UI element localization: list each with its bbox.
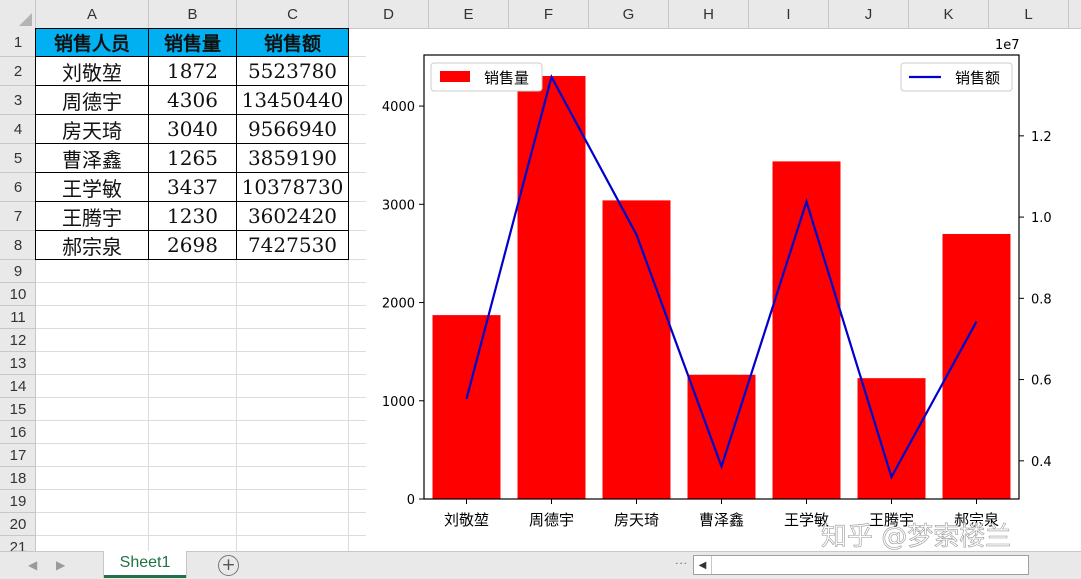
row-header-15[interactable]: 15 — [0, 398, 35, 421]
y-right-tick-label: 0.4 — [1031, 455, 1052, 470]
row-header-1[interactable]: 1 — [0, 29, 35, 57]
x-tick-label: 房天琦 — [614, 511, 659, 529]
table-cell[interactable]: 房天琦 — [35, 115, 149, 144]
legend-label-sales-amount: 销售额 — [955, 69, 1000, 87]
watermark-text: 知乎 @梦索楼兰 — [821, 522, 1011, 551]
row-header-16[interactable]: 16 — [0, 421, 35, 444]
bar-2 — [517, 76, 586, 499]
y-left-tick-label: 3000 — [382, 198, 415, 213]
bar-5 — [772, 161, 841, 499]
y-left-tick-label: 1000 — [382, 395, 415, 410]
combo-chart: 0 1000 2000 3000 4000 0.4 0.6 0.8 1.0 1.2 1e7 刘敬堃 周德… — [382, 38, 1052, 551]
legend-swatch-bar — [440, 71, 470, 82]
table-cell[interactable]: 周德宇 — [35, 86, 149, 115]
column-header-e[interactable]: E — [429, 0, 509, 29]
add-sheet-plus-icon[interactable]: + — [218, 555, 239, 576]
row-header-20[interactable]: 20 — [0, 513, 35, 536]
row-header-5[interactable]: 5 — [0, 144, 35, 173]
x-tick-label: 刘敬堃 — [444, 511, 489, 529]
table-cell[interactable]: 3859190 — [237, 144, 349, 173]
row-header-6[interactable]: 6 — [0, 173, 35, 202]
y-left-tick-label: 4000 — [382, 100, 415, 115]
table-cell[interactable]: 3437 — [149, 173, 237, 202]
column-header-i[interactable]: I — [749, 0, 829, 29]
row-header-11[interactable]: 11 — [0, 306, 35, 329]
row-header-17[interactable]: 17 — [0, 444, 35, 467]
horizontal-scrollbar[interactable]: ◀ — [693, 555, 1029, 575]
column-header-f[interactable]: F — [509, 0, 589, 29]
row-header-7[interactable]: 7 — [0, 202, 35, 231]
prev-sheet-arrow-icon[interactable]: ◀ — [28, 558, 37, 572]
table-cell[interactable]: 1265 — [149, 144, 237, 173]
x-tick-label: 曹泽鑫 — [699, 511, 744, 529]
y-right-tick-label: 1.2 — [1031, 130, 1052, 145]
legend-label-sales-volume: 销售量 — [484, 69, 529, 87]
scrollbar-thumb[interactable] — [713, 557, 1027, 573]
sheet-tab-bar: ◀ ▶ Sheet1 + ⋮ ◀ — [0, 551, 1081, 579]
column-header-g[interactable]: G — [589, 0, 669, 29]
tab-split-handle-icon[interactable]: ⋮ — [673, 557, 688, 569]
row-header-4[interactable]: 4 — [0, 115, 35, 144]
y-right-tick-label: 0.6 — [1031, 374, 1052, 389]
column-header-h[interactable]: H — [669, 0, 749, 29]
table-cell[interactable]: 王腾宇 — [35, 202, 149, 231]
bar-3 — [602, 200, 671, 499]
table-cell[interactable]: 7427530 — [237, 231, 349, 260]
y-right-tick-label: 0.8 — [1031, 292, 1052, 307]
y-right-offset-label: 1e7 — [995, 38, 1020, 53]
column-header-a[interactable]: A — [36, 0, 149, 29]
table-cell[interactable]: 王学敏 — [35, 173, 149, 202]
table-cell[interactable]: 刘敬堃 — [35, 57, 149, 86]
row-header-bar: 1 2 3 4 5 6 7 8 9 10 11 12 13 14 15 16 1… — [0, 29, 36, 551]
table-cell[interactable]: 曹泽鑫 — [35, 144, 149, 173]
row-header-12[interactable]: 12 — [0, 329, 35, 352]
y-right-tick-label: 1.0 — [1031, 211, 1052, 226]
row-header-8[interactable]: 8 — [0, 231, 35, 260]
select-all-corner[interactable] — [0, 0, 36, 29]
table-cell[interactable]: 3602420 — [237, 202, 349, 231]
row-header-3[interactable]: 3 — [0, 86, 35, 115]
row-header-21[interactable]: 21 — [0, 536, 35, 552]
row-header-2[interactable]: 2 — [0, 57, 35, 86]
row-header-14[interactable]: 14 — [0, 375, 35, 398]
column-header-l[interactable]: L — [989, 0, 1069, 29]
table-cell[interactable]: 郝宗泉 — [35, 231, 149, 260]
x-tick-label: 周德宇 — [529, 511, 574, 529]
scroll-left-arrow-icon[interactable]: ◀ — [694, 556, 712, 574]
column-header-c[interactable]: C — [237, 0, 349, 29]
bar-1 — [432, 315, 501, 499]
row-header-18[interactable]: 18 — [0, 467, 35, 490]
table-cell[interactable]: 10378730 — [237, 173, 349, 202]
column-header-d[interactable]: D — [349, 0, 429, 29]
table-cell[interactable]: 13450440 — [237, 86, 349, 115]
sheet-tab-sheet1[interactable]: Sheet1 — [104, 551, 186, 578]
column-header-b[interactable]: B — [149, 0, 237, 29]
row-header-9[interactable]: 9 — [0, 260, 35, 283]
header-sales-amount[interactable]: 销售额 — [237, 28, 349, 57]
table-cell[interactable]: 1230 — [149, 202, 237, 231]
header-salesperson[interactable]: 销售人员 — [35, 28, 149, 57]
select-all-triangle-icon — [19, 13, 32, 26]
y-left-tick-label: 2000 — [382, 297, 415, 312]
table-cell[interactable]: 1872 — [149, 57, 237, 86]
table-cell[interactable]: 4306 — [149, 86, 237, 115]
header-sales-volume[interactable]: 销售量 — [149, 28, 237, 57]
table-cell[interactable]: 5523780 — [237, 57, 349, 86]
chart-object[interactable]: 0 1000 2000 3000 4000 0.4 0.6 0.8 1.0 1.2 1e7 刘敬堃 周德… — [366, 29, 1081, 551]
table-cell[interactable]: 9566940 — [237, 115, 349, 144]
table-cell[interactable]: 3040 — [149, 115, 237, 144]
row-header-13[interactable]: 13 — [0, 352, 35, 375]
column-header-bar: A B C D E F G H I J K L — [0, 0, 1081, 29]
y-left-tick-label: 0 — [407, 493, 415, 508]
column-header-j[interactable]: J — [829, 0, 909, 29]
next-sheet-arrow-icon[interactable]: ▶ — [56, 558, 65, 572]
row-header-19[interactable]: 19 — [0, 490, 35, 513]
table-cell[interactable]: 2698 — [149, 231, 237, 260]
column-header-k[interactable]: K — [909, 0, 989, 29]
row-header-10[interactable]: 10 — [0, 283, 35, 306]
